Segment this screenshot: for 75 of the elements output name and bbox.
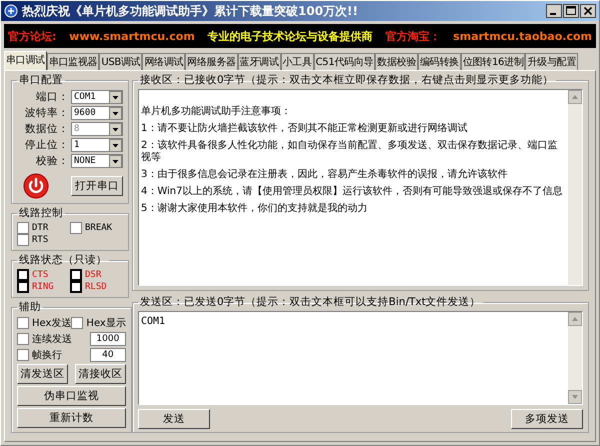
tab[interactable]: 蓝牙调试 (238, 53, 280, 70)
group-title: 线路控制 (18, 206, 64, 220)
scroll-bar[interactable] (568, 90, 582, 285)
minimize-icon[interactable] (546, 4, 562, 18)
open-port-button[interactable]: 打开串口 (71, 176, 123, 196)
banner-text: 专业的电子技术论坛与设备提供商 (208, 28, 373, 44)
checkbox-label: BREAK (85, 223, 112, 233)
maximize-icon[interactable] (563, 4, 579, 18)
checkbox[interactable] (70, 222, 82, 234)
tab[interactable]: USB调试 (99, 53, 142, 70)
tab[interactable]: 小工具 (280, 53, 314, 70)
clear-button[interactable]: 清接收区 (74, 364, 126, 384)
send-text: COM1 (141, 316, 166, 328)
send-button[interactable]: 发送 (138, 409, 210, 429)
number-input-field[interactable]: 1000 (90, 332, 126, 346)
text-line: 2：该软件具备很多人性化功能，如自动保存当前配置、多项发送、双击保存数据记录、端口监视等 (141, 140, 558, 164)
checkbox-label: DTR (32, 223, 48, 233)
checkbox[interactable] (17, 317, 29, 329)
action-button[interactable]: 重新计数 (17, 408, 126, 428)
scroll-bar[interactable] (568, 312, 582, 404)
send-button[interactable]: 多项发送 (511, 409, 583, 429)
close-icon[interactable] (580, 4, 596, 18)
power-icon[interactable] (23, 173, 49, 199)
checkbox[interactable] (17, 234, 29, 246)
status-label: CTS (32, 270, 48, 280)
checkbox[interactable] (17, 222, 29, 234)
text-line: 单片机多功能调试助手注意事项： (141, 106, 292, 118)
dropdown[interactable]: NONE (71, 154, 123, 168)
dropdown[interactable]: 9600 (71, 106, 123, 120)
group-title: 辅助 (18, 300, 42, 314)
tab[interactable]: 位图转16进制 (460, 53, 526, 70)
checkbox-label: Hex发送 (32, 317, 72, 330)
text-line: 1：请不要让防火墙拦截该软件，否则其不能正常检测更新或进行网络调试 (141, 123, 468, 135)
tab[interactable]: 串口调试 (4, 51, 47, 70)
text-line: 4：Win7以上的系统，请【使用管理员权限】运行该软件，否则有可能导致强退或保存不了信息 (141, 186, 564, 198)
field-label: 端口： (36, 90, 69, 104)
group-title: 接收区：已接收0字节（提示：双击文本框立即保存数据，右键点击则显示更多功能） (139, 73, 555, 87)
checkbox-label: 帧换行 (32, 348, 62, 362)
tab[interactable]: 数据校验 (375, 53, 418, 70)
field-label: 停止位： (25, 138, 69, 152)
banner-text: 官方淘宝： (385, 28, 440, 44)
text-line: 3：由于很多信息会记录在注册表，因此，容易产生杀毒软件的误报，请允许该软件 (141, 169, 508, 181)
group-title: 发送区：已发送0字节（提示：双击文本框可以支持Bin/Txt文件发送） (139, 295, 482, 309)
tab[interactable]: C51代码向导 (314, 53, 376, 70)
window-title: 热烈庆祝《单片机多功能调试助手》累计下载量突破100万次!! (22, 2, 359, 20)
tab[interactable]: 编码转换 (418, 53, 461, 70)
checkbox-label: Hex显示 (86, 317, 126, 330)
dropdown[interactable]: 1 (71, 138, 123, 152)
field-label: 数据位： (25, 122, 69, 136)
tab[interactable]: 升级与配置 (525, 53, 578, 70)
text-line: 5：谢谢大家使用本软件，你们的支持就是我的动力 (141, 203, 368, 215)
field-label: 波特率： (25, 106, 69, 120)
checkbox-label: RTS (32, 235, 48, 245)
tab[interactable]: 网络调试 (142, 53, 186, 70)
status-label: DSR (85, 270, 102, 280)
number-input-field[interactable]: 40 (90, 348, 126, 362)
checkbox[interactable] (71, 317, 84, 329)
checkbox-label: 连续发送 (32, 332, 72, 346)
app-icon[interactable] (4, 4, 18, 18)
tab[interactable]: 网络服务器 (185, 53, 238, 70)
banner-text: smartmcu.taobao.com (453, 30, 592, 42)
status-label: RING (32, 282, 54, 292)
banner-text: www.smartmcu.com (69, 30, 195, 42)
action-button[interactable]: 伪串口监视 (17, 386, 126, 406)
checkbox[interactable] (17, 349, 29, 361)
dropdown[interactable]: COM1 (71, 90, 123, 104)
status-label: RLSD (85, 282, 107, 292)
checkbox[interactable] (17, 333, 29, 345)
send-text-area[interactable]: COM1 (138, 311, 583, 405)
field-label: 校验： (36, 154, 69, 168)
banner-text: 官方论坛: (8, 28, 56, 44)
group-title: 串口配置 (18, 73, 64, 87)
tab[interactable]: 串口监视器 (46, 53, 100, 70)
group-title: 线路状态（只读） (18, 253, 108, 267)
clear-button[interactable]: 清发送区 (17, 364, 68, 384)
